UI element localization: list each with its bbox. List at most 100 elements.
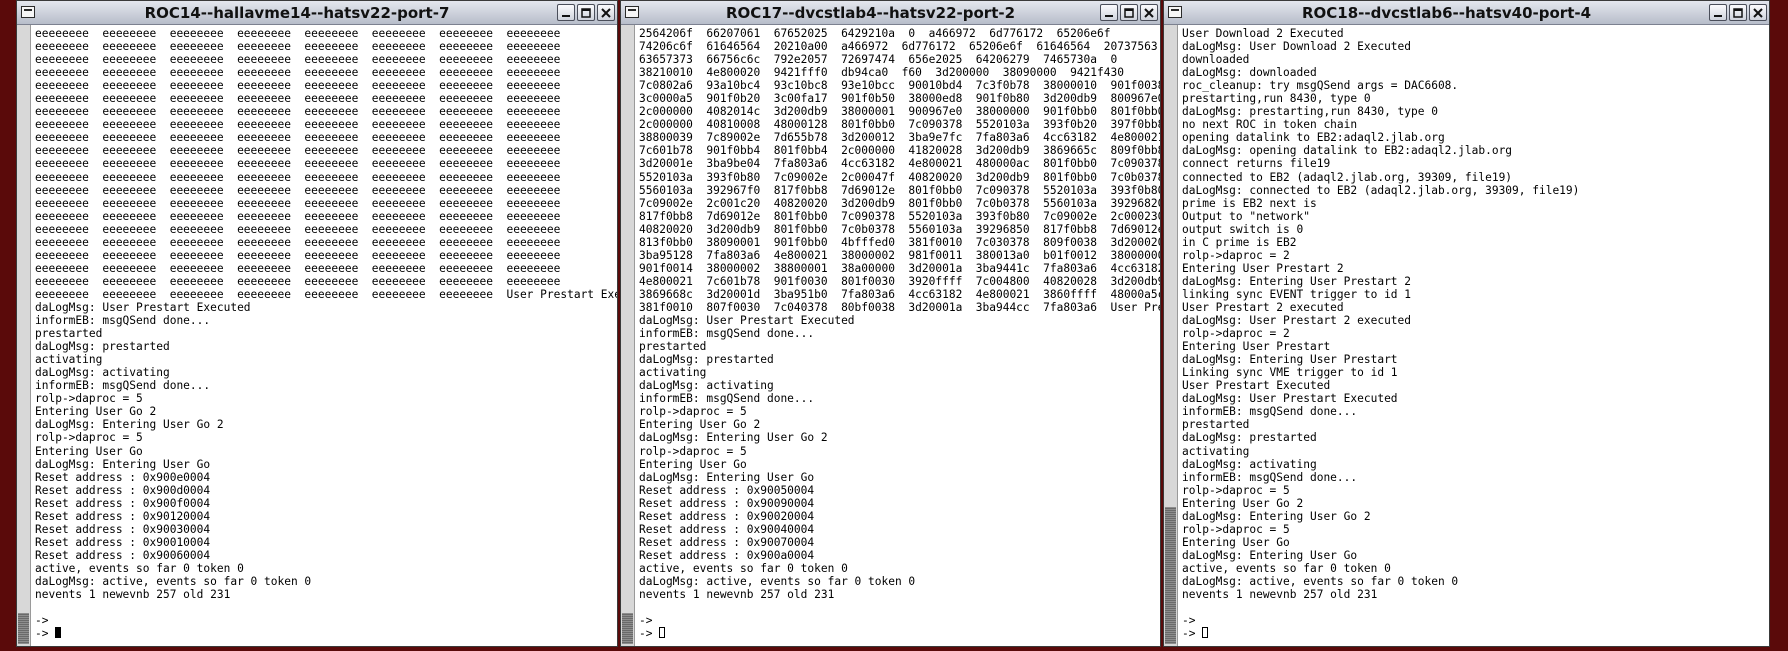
terminal-line: daLogMsg: Entering User Go 2 [639, 431, 828, 445]
terminal-line: activating [639, 366, 707, 380]
terminal-line: 40820020 3d200db9 801f0bb0 7c0b0378 5560… [639, 222, 1160, 236]
close-icon[interactable] [1140, 4, 1158, 21]
terminal-line: 381f0010 807f0030 7c040378 80bf0038 3d20… [639, 300, 1160, 314]
terminal-line: User Download 2 Executed [1182, 27, 1344, 40]
terminal-output[interactable]: eeeeeeee eeeeeeee eeeeeeee eeeeeeee eeee… [35, 27, 617, 646]
terminal-line: eeeeeeee eeeeeeee eeeeeeee eeeeeeee eeee… [35, 248, 561, 262]
maximize-icon[interactable] [1120, 4, 1138, 21]
terminal-line: linking sync EVENT trigger to id 1 [1182, 287, 1412, 301]
scrollbar-thumb[interactable] [622, 612, 633, 644]
terminal-line: Reset address : 0x90010004 [35, 535, 211, 549]
window-menu-icon[interactable] [1168, 6, 1182, 18]
terminal-window-roc18[interactable]: ROC18--dvcstlab6--hatsv40-port-4 User Do… [1163, 0, 1770, 647]
terminal-line: eeeeeeee eeeeeeee eeeeeeee eeeeeeee eeee… [35, 53, 561, 67]
terminal-line: -> [639, 614, 653, 628]
terminal-output[interactable]: User Download 2 Executed daLogMsg: User D… [1182, 27, 1769, 646]
text-cursor[interactable] [55, 627, 62, 639]
terminal-line: Entering User Go 2 [35, 405, 157, 419]
terminal-line: eeeeeeee eeeeeeee eeeeeeee eeeeeeee eeee… [35, 170, 561, 184]
terminal-line: eeeeeeee eeeeeeee eeeeeeee eeeeeeee eeee… [35, 183, 561, 197]
terminal-line: eeeeeeee eeeeeeee eeeeeeee eeeeeeee eeee… [35, 196, 561, 210]
window-menu-icon[interactable] [21, 6, 35, 18]
terminal-line: User Prestart 2 executed [1182, 300, 1344, 314]
terminal-line: -> [35, 614, 49, 628]
terminal-line: eeeeeeee eeeeeeee eeeeeeee eeeeeeee eeee… [35, 144, 561, 158]
terminal-line: 38800039 7c89002e 7d655b78 3d200012 3ba9… [639, 131, 1160, 145]
vertical-scrollbar[interactable] [1164, 25, 1178, 646]
terminal-line: daLogMsg: Entering User Prestart 2 [1182, 274, 1412, 288]
terminal-line: Reset address : 0x900d0004 [35, 483, 211, 497]
terminal-line: output switch is 0 [1182, 222, 1304, 236]
terminal-line: eeeeeeee eeeeeeee eeeeeeee eeeeeeee eeee… [35, 27, 561, 40]
scrollbar-thumb[interactable] [18, 612, 29, 644]
terminal-line: daLogMsg: Entering User Go [35, 457, 211, 471]
terminal-line: Reset address : 0x90030004 [35, 522, 211, 536]
terminal-line: daLogMsg: User Download 2 Executed [1182, 40, 1412, 54]
terminal-line: Reset address : 0x900f0004 [35, 496, 211, 510]
terminal-line: daLogMsg: active, events so far 0 token … [639, 574, 916, 588]
terminal-line: daLogMsg: downloaded [1182, 66, 1317, 80]
terminal-line: Entering User Go [1182, 535, 1290, 549]
terminal-line: daLogMsg: prestarting,run 8430, type 0 [1182, 105, 1438, 119]
terminal-line: active, events so far 0 token 0 [35, 561, 244, 575]
terminal-line: daLogMsg: active, events so far 0 token … [1182, 574, 1459, 588]
terminal-output[interactable]: 2564206f 66207061 67652025 6429210a 0 a4… [639, 27, 1160, 646]
window-title: ROC17--dvcstlab4--hatsv22-port-2 [725, 4, 1016, 22]
terminal-line: eeeeeeee eeeeeeee eeeeeeee eeeeeeee eeee… [35, 118, 561, 132]
terminal-line: eeeeeeee eeeeeeee eeeeeeee eeeeeeee eeee… [35, 105, 561, 119]
terminal-line: rolp->daproc = 5 [35, 431, 143, 445]
terminal-line: no next ROC in token chain [1182, 118, 1358, 132]
terminal-line: opening datalink to EB2:adaql2.jlab.org [1182, 131, 1445, 145]
terminal-line: User Prestart Executed [1182, 379, 1331, 393]
minimize-icon[interactable] [1100, 4, 1118, 21]
minimize-icon[interactable] [1709, 4, 1727, 21]
terminal-line: nevents 1 newevnb 257 old 231 [639, 588, 835, 602]
terminal-window-roc14[interactable]: ROC14--hallavme14--hatsv22-port-7 eeeeee… [16, 0, 618, 647]
terminal-line: prime is EB2 next is [1182, 196, 1317, 210]
terminal-line: 2c000000 40810008 48000128 801f0bb0 7c09… [639, 118, 1160, 132]
terminal-line: daLogMsg: prestarted [35, 340, 170, 354]
minimize-icon[interactable] [557, 4, 575, 21]
text-cursor[interactable] [1202, 627, 1209, 639]
terminal-line: Reset address : 0x90050004 [639, 483, 815, 497]
maximize-icon[interactable] [577, 4, 595, 21]
terminal-line: 5520103a 393f0b80 7c09002e 2c00047f 4082… [639, 170, 1160, 184]
terminal-line: eeeeeeee eeeeeeee eeeeeeee eeeeeeee eeee… [35, 40, 561, 54]
terminal-line: connected to EB2 (adaql2.jlab.org, 39309… [1182, 170, 1513, 184]
terminal-line: daLogMsg: prestarted [639, 353, 774, 367]
terminal-line: rolp->daproc = 2 [1182, 327, 1290, 341]
terminal-line: Entering User Go 2 [639, 418, 761, 432]
terminal-line: downloaded [1182, 53, 1250, 67]
terminal-line: eeeeeeee eeeeeeee eeeeeeee eeeeeeee eeee… [35, 274, 561, 288]
close-icon[interactable] [1749, 4, 1767, 21]
close-icon[interactable] [597, 4, 615, 21]
terminal-line: 3869668c 3d20001d 3ba951b0 7fa803a6 4cc6… [639, 287, 1160, 301]
title-bar[interactable]: ROC18--dvcstlab6--hatsv40-port-4 [1164, 1, 1769, 25]
terminal-line: prestarted [35, 327, 103, 341]
terminal-line: Entering User Go [35, 444, 143, 458]
title-bar[interactable]: ROC17--dvcstlab4--hatsv22-port-2 [621, 1, 1160, 25]
vertical-scrollbar[interactable] [621, 25, 635, 646]
maximize-icon[interactable] [1729, 4, 1747, 21]
terminal-line: daLogMsg: User Prestart Executed [1182, 392, 1398, 406]
terminal-window-roc17[interactable]: ROC17--dvcstlab4--hatsv22-port-2 2564206… [620, 0, 1161, 647]
text-cursor[interactable] [659, 627, 666, 639]
title-bar[interactable]: ROC14--hallavme14--hatsv22-port-7 [17, 1, 617, 25]
terminal-line: daLogMsg: prestarted [1182, 431, 1317, 445]
terminal-line: in C prime is EB2 [1182, 235, 1297, 249]
terminal-line: Output to "network" [1182, 209, 1310, 223]
window-menu-icon[interactable] [625, 6, 639, 18]
terminal-line: 2c000000 4082014c 3d200db9 38000001 9009… [639, 105, 1160, 119]
vertical-scrollbar[interactable] [17, 25, 31, 646]
terminal-line: rolp->daproc = 2 [1182, 248, 1290, 262]
terminal-line: nevents 1 newevnb 257 old 231 [35, 588, 231, 602]
terminal-line: -> [35, 627, 617, 640]
scrollbar-thumb[interactable] [1165, 506, 1176, 644]
terminal-line: Reset address : 0x900e0004 [35, 470, 211, 484]
terminal-line: 3c0000a5 901f0b20 3c00fa17 901f0b50 3800… [639, 92, 1160, 106]
terminal-line: Linking sync VME trigger to id 1 [1182, 366, 1398, 380]
terminal-line: connect returns file19 [1182, 157, 1331, 171]
terminal-line: eeeeeeee eeeeeeee eeeeeeee eeeeeeee eeee… [35, 131, 561, 145]
